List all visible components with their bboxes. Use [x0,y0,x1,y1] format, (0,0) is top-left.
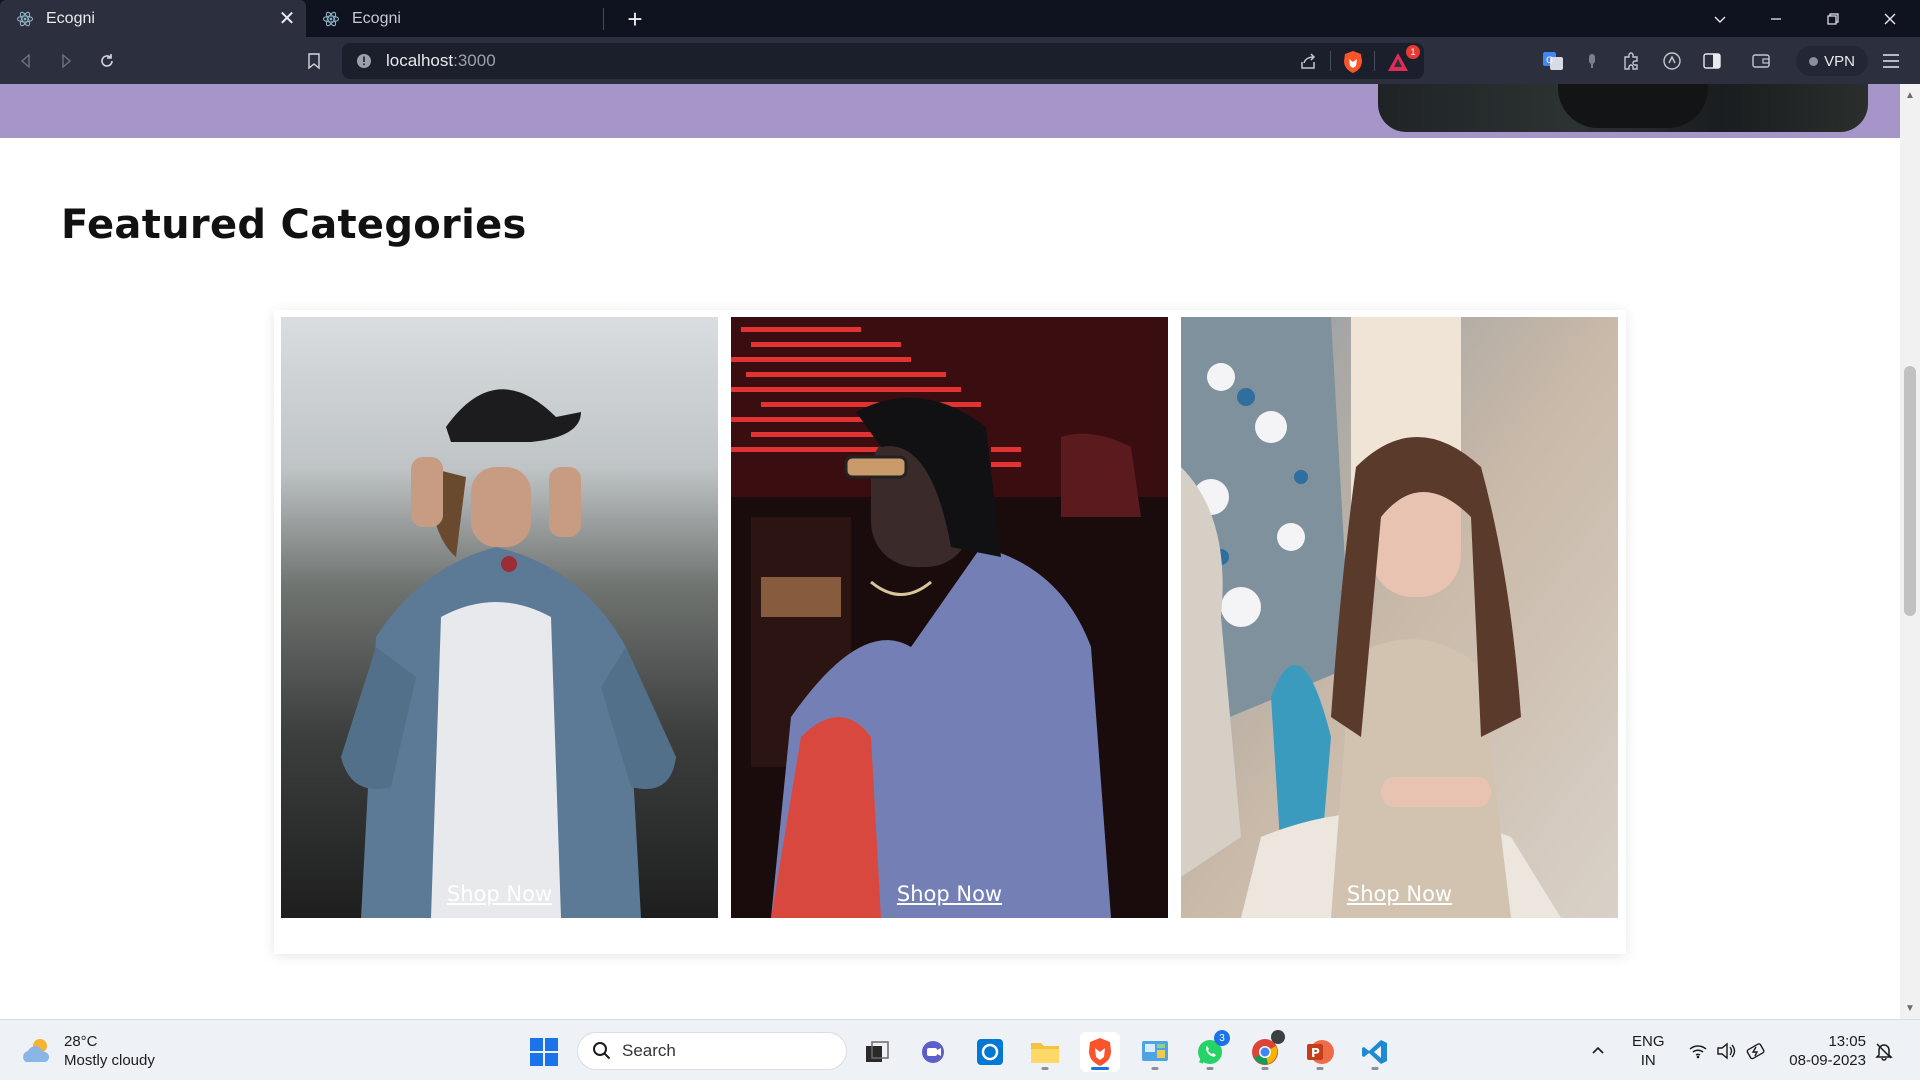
weather-temp: 28°C [64,1033,98,1050]
app-running-indicator [1206,1067,1214,1070]
address-bar[interactable]: localhost:3000 1 [342,43,1424,79]
app-running-indicator [1261,1067,1269,1070]
extensions-puzzle-icon[interactable] [1616,46,1646,76]
shop-now-link[interactable]: Shop Now [731,882,1168,906]
brave-alert-count: 1 [1406,45,1420,59]
scroll-down-arrow-icon[interactable]: ▼ [1900,999,1920,1017]
category-card[interactable]: Shop Now [1181,317,1618,918]
tab-ecogni[interactable]: Ecogni [306,0,604,37]
powerpoint-icon[interactable]: P [1300,1032,1340,1072]
language-region: IN [1640,1052,1656,1069]
notification-bell-icon[interactable] [1874,1020,1894,1080]
wallet-icon[interactable] [1746,46,1776,76]
brave-rewards-icon[interactable]: 1 [1386,45,1420,73]
url-port: :3000 [453,51,496,70]
url-divider [1374,51,1375,71]
category-card[interactable]: Shop Now [281,317,718,918]
restore-icon[interactable] [1805,0,1861,37]
weather-condition: Mostly cloudy [64,1052,155,1069]
url-host: localhost [386,51,454,70]
minimize-icon[interactable] [1748,0,1804,37]
app-active-indicator [1091,1067,1109,1070]
bookmark-icon[interactable] [298,45,330,77]
taskbar-clock[interactable]: 13:05 08-09-2023 [1786,1032,1866,1070]
tab-title: Ecogni [352,9,401,27]
page-viewport: Featured Categories Shop Now Shop Now Sh… [0,84,1900,1019]
featured-categories-grid: Shop Now Shop Now Shop Now [274,310,1626,954]
svg-text:G: G [1546,56,1553,66]
chrome-icon[interactable] [1245,1030,1285,1072]
volume-icon[interactable] [1716,1020,1736,1080]
wifi-icon[interactable] [1688,1020,1708,1080]
menu-hamburger-icon[interactable] [1876,46,1906,76]
windows-taskbar: 28°C Mostly cloudy Search 3 P ENG IN 13:… [0,1019,1920,1080]
close-window-icon[interactable] [1862,0,1918,37]
show-hidden-icons-chevron-icon[interactable] [1590,1020,1606,1080]
sidebar-toggle-icon[interactable] [1697,46,1727,76]
windows-start-icon[interactable] [524,1032,564,1072]
site-info-icon[interactable] [356,53,372,69]
brave-browser-icon[interactable] [1080,1032,1120,1072]
app-running-indicator [1316,1067,1324,1070]
vscode-icon[interactable] [1355,1032,1395,1072]
file-explorer-icon[interactable] [1025,1032,1065,1072]
brave-shield-icon[interactable] [1342,50,1364,74]
taskbar-search-box[interactable]: Search [577,1032,847,1070]
battery-charging-icon[interactable] [1746,1020,1768,1080]
weather-widget[interactable]: 28°C Mostly cloudy [20,1032,155,1070]
app-running-indicator [1041,1067,1049,1070]
forward-icon[interactable] [50,45,82,77]
app-running-indicator [1151,1067,1159,1070]
search-icon [593,1042,611,1060]
language-code: ENG [1632,1033,1665,1050]
category-card[interactable]: Shop Now [731,317,1168,918]
url-divider [1330,51,1331,71]
page-scrollbar[interactable]: ▲ ▼ [1900,84,1920,1019]
share-icon[interactable] [1298,52,1318,72]
chrome-profile-badge [1271,1030,1285,1044]
hero-banner-bottom [0,84,1900,138]
browser-toolbar: localhost:3000 1 G VPN [0,37,1920,84]
react-icon [322,11,340,26]
tab-title: Ecogni [46,9,95,27]
teams-chat-icon[interactable] [913,1032,953,1072]
browser-tab-strip: Ecogni ✕ Ecogni + [0,0,1920,37]
input-language-indicator[interactable]: ENG IN [1632,1032,1665,1070]
app-running-indicator [1371,1067,1379,1070]
shop-now-link[interactable]: Shop Now [281,882,718,906]
hero-photo-bottom [1378,84,1868,132]
shop-now-link[interactable]: Shop Now [1181,882,1618,906]
clock-date: 08-09-2023 [1789,1052,1866,1069]
control-panel-icon[interactable] [1135,1032,1175,1072]
close-tab-icon[interactable]: ✕ [274,6,300,32]
woman-neon-sunglasses-photo [731,317,1168,918]
girl-christmas-tree-photo [1181,317,1618,918]
scrollbar-thumb[interactable] [1904,366,1916,616]
reload-icon[interactable] [91,45,123,77]
whatsapp-icon[interactable]: 3 [1190,1030,1230,1072]
cloudy-weather-icon [23,1039,50,1062]
vpn-button[interactable]: VPN [1796,46,1868,76]
tab-divider [603,8,604,30]
react-icon [16,11,34,26]
mic-extension-icon[interactable] [1577,46,1607,76]
clock-time: 13:05 [1828,1033,1866,1050]
vpn-label: VPN [1824,52,1855,70]
scroll-up-arrow-icon[interactable]: ▲ [1900,86,1920,104]
new-tab-button[interactable]: + [620,4,650,34]
url-text: localhost:3000 [386,51,496,71]
whatsapp-unread-badge: 3 [1214,1030,1230,1046]
tab-search-chevron-icon[interactable] [1692,0,1748,37]
vpn-status-dot [1809,56,1819,66]
section-title: Featured Categories [61,202,527,248]
cortana-icon[interactable] [970,1032,1010,1072]
leo-ai-icon[interactable] [1657,46,1687,76]
svg-text:P: P [1311,1046,1320,1060]
task-view-icon[interactable] [857,1032,897,1072]
google-translate-icon[interactable]: G [1538,46,1568,76]
back-icon[interactable] [10,45,42,77]
tab-ecogni-active[interactable]: Ecogni ✕ [0,0,306,37]
search-label: Search [622,1041,676,1060]
man-denim-jacket-photo [281,317,718,918]
